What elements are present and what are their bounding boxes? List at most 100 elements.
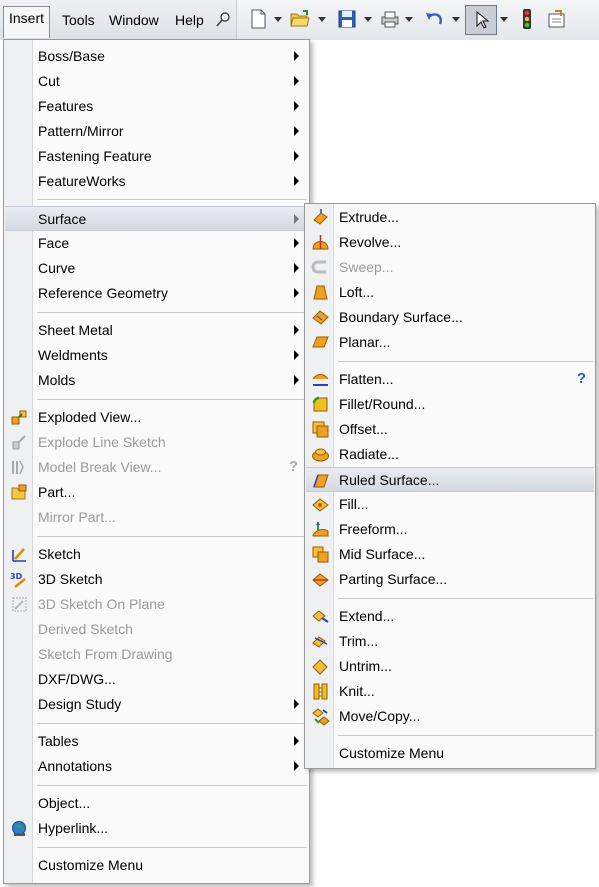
menu-item-ruled-surface[interactable]: Ruled Surface...	[306, 467, 594, 492]
menu-insert[interactable]: Insert	[3, 6, 51, 38]
menu-item-surface[interactable]: Surface	[5, 206, 308, 231]
menu-item-molds[interactable]: Molds	[5, 368, 308, 393]
menu-item-parting-surface[interactable]: Parting Surface...	[306, 567, 594, 592]
menu-item-loft[interactable]: Loft...	[306, 280, 594, 305]
print-dropdown-chevron-down-icon[interactable]	[405, 17, 413, 22]
menu-item-revolve[interactable]: Revolve...	[306, 230, 594, 255]
menu-item-fastening-feature[interactable]: Fastening Feature	[5, 144, 308, 169]
menu-item-label: Fastening Feature	[38, 148, 152, 164]
menu-item-explode-line-sketch[interactable]: Explode Line Sketch	[5, 430, 308, 455]
options-icon[interactable]	[546, 8, 568, 30]
menu-item-label: Sweep...	[339, 259, 394, 275]
menu-item-reference-geometry[interactable]: Reference Geometry	[5, 281, 308, 306]
menu-item-sheet-metal[interactable]: Sheet Metal	[5, 318, 308, 343]
menu-item-label: Untrim...	[339, 658, 392, 674]
menu-item-object[interactable]: Object...	[5, 791, 308, 816]
menu-item-3d-sketch[interactable]: 3D 3D Sketch	[5, 567, 308, 592]
untrim-surface-icon	[312, 659, 328, 675]
menu-item-features[interactable]: Features	[5, 94, 308, 119]
menu-item-label: Exploded View...	[38, 409, 142, 425]
new-dropdown-chevron-down-icon[interactable]	[274, 17, 282, 22]
menu-item-label: DXF/DWG...	[38, 671, 116, 687]
menu-item-label: Sheet Metal	[38, 322, 113, 338]
menu-item-derived-sketch[interactable]: Derived Sketch	[5, 617, 308, 642]
loft-surface-icon	[313, 285, 328, 300]
menu-item-label: Part...	[38, 484, 76, 500]
save-dropdown-chevron-down-icon[interactable]	[364, 17, 372, 22]
undo-dropdown-chevron-down-icon[interactable]	[452, 17, 460, 22]
menu-item-label: Customize Menu	[38, 857, 144, 873]
menu-item-fill[interactable]: Fill...	[306, 492, 594, 517]
menu-item-label: Design Study	[38, 696, 122, 712]
menu-item-part[interactable]: Part...	[5, 480, 308, 505]
menu-item-cut[interactable]: Cut	[5, 69, 308, 94]
submenu-arrow-icon	[294, 263, 299, 273]
menu-item-label: Sketch From Drawing	[38, 646, 173, 662]
open-dropdown-chevron-down-icon[interactable]	[318, 17, 326, 22]
menu-item-label: Curve	[38, 260, 76, 276]
open-folder-icon[interactable]	[289, 8, 311, 30]
save-icon[interactable]	[336, 8, 358, 30]
menu-item-untrim[interactable]: Untrim...	[306, 654, 594, 679]
menu-item-weldments[interactable]: Weldments	[5, 343, 308, 368]
menu-item-boundary-surface[interactable]: Boundary Surface...	[306, 305, 594, 330]
menu-item-extrude[interactable]: Extrude...	[306, 205, 594, 230]
boundary-surface-icon	[312, 310, 329, 325]
help-icon[interactable]: ?	[289, 458, 298, 475]
menu-item-label: Sketch	[38, 546, 81, 562]
pin-icon[interactable]	[214, 11, 232, 29]
new-document-icon[interactable]	[247, 8, 269, 30]
menu-item-move-copy[interactable]: Move/Copy...	[306, 704, 594, 729]
print-icon[interactable]	[379, 8, 401, 30]
select-button[interactable]	[465, 5, 497, 35]
menu-item-label: Weldments	[38, 347, 108, 363]
menu-item-exploded-view[interactable]: Exploded View...	[5, 405, 308, 430]
menu-item-mid-surface[interactable]: Mid Surface...	[306, 542, 594, 567]
menu-item-pattern-mirror[interactable]: Pattern/Mirror	[5, 119, 308, 144]
menu-separator	[338, 598, 593, 599]
menu-help[interactable]: Help	[169, 8, 210, 32]
menu-item-customize-menu[interactable]: Customize Menu	[306, 741, 594, 766]
menu-item-customize-menu[interactable]: Customize Menu	[5, 853, 308, 878]
sweep-surface-icon	[311, 260, 326, 274]
revolve-surface-icon	[312, 235, 329, 250]
menu-item-sweep[interactable]: Sweep...	[306, 255, 594, 280]
menu-item-tables[interactable]: Tables	[5, 729, 308, 754]
menu-item-3d-sketch-on-plane[interactable]: 3D Sketch On Plane	[5, 592, 308, 617]
menu-item-curve[interactable]: Curve	[5, 256, 308, 281]
menu-item-radiate[interactable]: Radiate...	[306, 442, 594, 467]
menu-window[interactable]: Window	[103, 8, 165, 32]
menu-item-hyperlink[interactable]: Hyperlink...	[5, 816, 308, 841]
menu-item-label: Extrude...	[339, 209, 399, 225]
menu-item-fillet-round[interactable]: Fillet/Round...	[306, 392, 594, 417]
menu-item-planar[interactable]: Planar...	[306, 330, 594, 355]
surface-submenu: Extrude... Revolve... Sweep... Loft... B…	[304, 203, 596, 769]
menu-item-extend[interactable]: Extend...	[306, 604, 594, 629]
menu-item-flatten[interactable]: Flatten... ?	[306, 367, 594, 392]
submenu-arrow-icon	[294, 350, 299, 360]
menu-item-trim[interactable]: Trim...	[306, 629, 594, 654]
undo-icon[interactable]	[423, 8, 445, 30]
menu-item-model-break-view[interactable]: Model Break View... ?	[5, 455, 308, 480]
traffic-light-icon[interactable]	[516, 8, 538, 30]
menu-item-label: Fill...	[339, 496, 369, 512]
menu-item-featureworks[interactable]: FeatureWorks	[5, 169, 308, 194]
submenu-arrow-icon	[294, 126, 299, 136]
menu-item-label: Model Break View...	[38, 459, 162, 475]
menu-item-sketch-from-drawing[interactable]: Sketch From Drawing	[5, 642, 308, 667]
menu-item-design-study[interactable]: Design Study	[5, 692, 308, 717]
menu-item-label: 3D Sketch	[38, 571, 103, 587]
menu-item-mirror-part[interactable]: Mirror Part...	[5, 505, 308, 530]
menu-item-dxf-dwg[interactable]: DXF/DWG...	[5, 667, 308, 692]
menu-item-sketch[interactable]: Sketch	[5, 542, 308, 567]
menu-item-knit[interactable]: Knit...	[306, 679, 594, 704]
help-icon[interactable]: ?	[577, 370, 586, 387]
menu-item-offset[interactable]: Offset...	[306, 417, 594, 442]
menu-item-boss-base[interactable]: Boss/Base	[5, 44, 308, 69]
menu-item-freeform[interactable]: Freeform...	[306, 517, 594, 542]
menu-item-annotations[interactable]: Annotations	[5, 754, 308, 779]
menu-item-face[interactable]: Face	[5, 231, 308, 256]
submenu-arrow-icon	[294, 238, 299, 248]
menu-tools[interactable]: Tools	[56, 8, 101, 32]
select-dropdown-chevron-down-icon[interactable]	[500, 17, 508, 22]
